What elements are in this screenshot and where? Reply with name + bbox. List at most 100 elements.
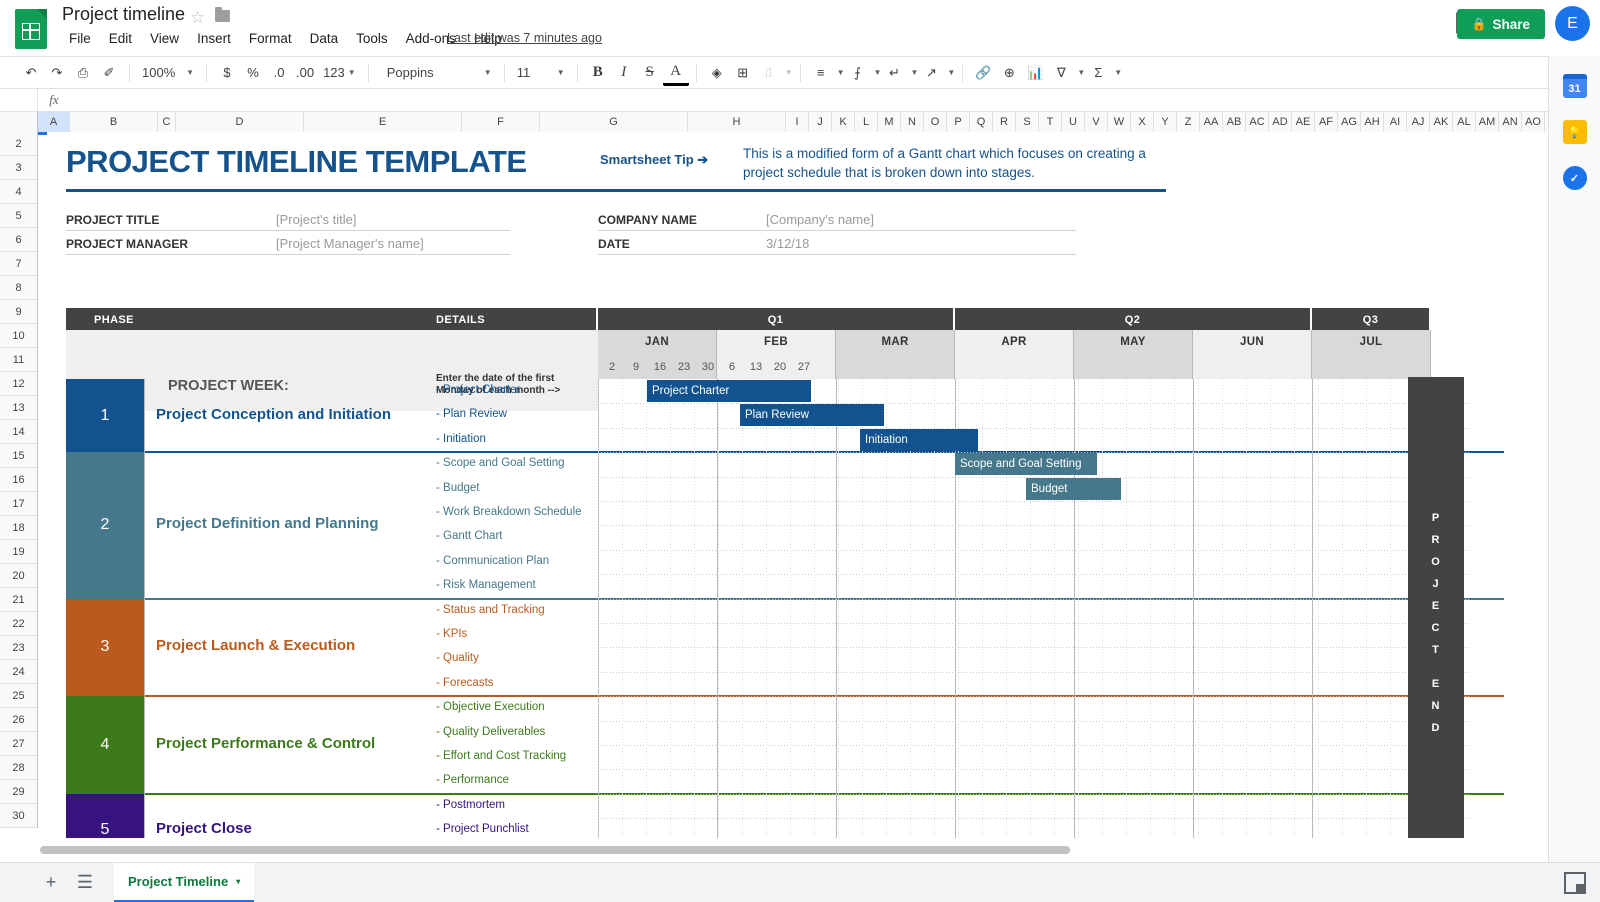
column-header-h[interactable]: H	[688, 112, 786, 132]
column-header-ah[interactable]: AH	[1361, 112, 1384, 132]
row-header-27[interactable]: 27	[0, 732, 37, 756]
row-header-24[interactable]: 24	[0, 660, 37, 684]
column-header-o[interactable]: O	[924, 112, 947, 132]
italic-button[interactable]: I	[611, 60, 637, 86]
increase-decimal-button[interactable]: .00	[292, 60, 318, 86]
undo-button[interactable]: ↶	[18, 60, 44, 86]
insert-comment-icon[interactable]: ⊕	[996, 60, 1022, 86]
row-header-16[interactable]: 16	[0, 468, 37, 492]
row-header-19[interactable]: 19	[0, 540, 37, 564]
column-header-k[interactable]: K	[832, 112, 855, 132]
horizontal-scroll-thumb[interactable]	[40, 846, 1070, 854]
column-header-y[interactable]: Y	[1154, 112, 1177, 132]
column-header-b[interactable]: B	[70, 112, 158, 132]
column-header-ae[interactable]: AE	[1292, 112, 1315, 132]
column-header-z[interactable]: Z	[1177, 112, 1200, 132]
insert-link-icon[interactable]: 🔗	[970, 60, 996, 86]
row-header-6[interactable]: 6	[0, 228, 37, 252]
text-wrap-icon[interactable]: ↵	[881, 60, 907, 86]
column-header-s[interactable]: S	[1016, 112, 1039, 132]
vertical-align-icon[interactable]: ⨍	[845, 60, 871, 86]
column-header-w[interactable]: W	[1108, 112, 1131, 132]
menu-item-insert[interactable]: Insert	[188, 29, 240, 48]
row-header-10[interactable]: 10	[0, 324, 37, 348]
menu-item-edit[interactable]: Edit	[100, 29, 141, 48]
row-header-22[interactable]: 22	[0, 612, 37, 636]
strikethrough-button[interactable]: S	[637, 60, 663, 86]
row-header-14[interactable]: 14	[0, 420, 37, 444]
column-header-c[interactable]: C	[158, 112, 176, 132]
star-icon[interactable]: ☆	[190, 8, 205, 28]
explore-button[interactable]	[1564, 871, 1586, 894]
column-header-d[interactable]: D	[176, 112, 304, 132]
week-tick-27[interactable]: 27	[792, 354, 816, 379]
merge-cells-icon[interactable]: ⌷	[756, 60, 782, 86]
week-tick-9[interactable]: 9	[624, 354, 648, 379]
share-button[interactable]: 🔒 Share	[1456, 9, 1545, 39]
project-title-value[interactable]: [Project's title]	[276, 212, 357, 227]
functions-icon[interactable]: Σ	[1085, 60, 1111, 86]
row-header-8[interactable]: 8	[0, 276, 37, 300]
name-box[interactable]	[0, 89, 38, 111]
week-tick-16[interactable]: 16	[648, 354, 672, 379]
week-tick-6[interactable]: 6	[720, 354, 744, 379]
week-tick-20[interactable]: 20	[768, 354, 792, 379]
date-value[interactable]: 3/12/18	[766, 236, 809, 251]
sheet-canvas[interactable]: PROJECT TIMELINE TEMPLATE Smartsheet Tip…	[38, 132, 1510, 838]
row-header-29[interactable]: 29	[0, 780, 37, 804]
column-header-ai[interactable]: AI	[1384, 112, 1407, 132]
zoom-select[interactable]: 100% ▼	[137, 60, 199, 86]
menu-item-view[interactable]: View	[141, 29, 188, 48]
menu-item-file[interactable]: File	[60, 29, 100, 48]
gantt-bar[interactable]: Initiation	[860, 428, 978, 451]
column-header-r[interactable]: R	[993, 112, 1016, 132]
row-header-4[interactable]: 4	[0, 180, 37, 204]
column-header-f[interactable]: F	[462, 112, 540, 132]
column-header-v[interactable]: V	[1085, 112, 1108, 132]
menu-item-format[interactable]: Format	[240, 29, 301, 48]
column-header-l[interactable]: L	[855, 112, 878, 132]
column-header-ak[interactable]: AK	[1430, 112, 1453, 132]
column-header-am[interactable]: AM	[1476, 112, 1499, 132]
column-header-ao[interactable]: AO	[1522, 112, 1545, 132]
week-tick-13[interactable]: 13	[744, 354, 768, 379]
google-keep-icon[interactable]: 💡	[1562, 120, 1587, 144]
paint-format-button[interactable]: ✐	[96, 60, 122, 86]
add-sheet-button[interactable]: +	[34, 866, 68, 900]
gantt-bar[interactable]: Project Charter	[647, 380, 811, 402]
row-header-26[interactable]: 26	[0, 708, 37, 732]
document-title[interactable]: Project timeline	[62, 4, 185, 25]
column-header-a[interactable]: A	[38, 112, 70, 132]
company-name-value[interactable]: [Company's name]	[766, 212, 874, 227]
percent-format-button[interactable]: %	[240, 60, 266, 86]
font-family-select[interactable]: Poppins ▼	[382, 60, 497, 86]
row-header-28[interactable]: 28	[0, 756, 37, 780]
column-header-an[interactable]: AN	[1499, 112, 1522, 132]
insert-chart-icon[interactable]: 📊	[1022, 60, 1048, 86]
column-header-i[interactable]: I	[786, 112, 809, 132]
column-header-j[interactable]: J	[809, 112, 832, 132]
redo-button[interactable]: ↷	[44, 60, 70, 86]
column-header-al[interactable]: AL	[1453, 112, 1476, 132]
row-header-7[interactable]: 7	[0, 252, 37, 276]
column-header-e[interactable]: E	[304, 112, 462, 132]
column-header-aa[interactable]: AA	[1200, 112, 1223, 132]
borders-icon[interactable]: ⊞	[730, 60, 756, 86]
column-header-ag[interactable]: AG	[1338, 112, 1361, 132]
row-header-3[interactable]: 3	[0, 156, 37, 180]
text-color-button[interactable]: A	[662, 60, 689, 86]
menu-item-tools[interactable]: Tools	[347, 29, 397, 48]
column-header-n[interactable]: N	[901, 112, 924, 132]
row-header-20[interactable]: 20	[0, 564, 37, 588]
bold-button[interactable]: B	[585, 60, 611, 86]
row-header-25[interactable]: 25	[0, 684, 37, 708]
more-formats-select[interactable]: 123 ▼	[318, 60, 361, 86]
column-header-g[interactable]: G	[540, 112, 688, 132]
row-header-18[interactable]: 18	[0, 516, 37, 540]
row-header-5[interactable]: 5	[0, 204, 37, 228]
row-header-15[interactable]: 15	[0, 444, 37, 468]
column-header-q[interactable]: Q	[970, 112, 993, 132]
column-header-ad[interactable]: AD	[1269, 112, 1292, 132]
week-tick-30[interactable]: 30	[696, 354, 720, 379]
select-all-corner[interactable]	[0, 112, 38, 132]
